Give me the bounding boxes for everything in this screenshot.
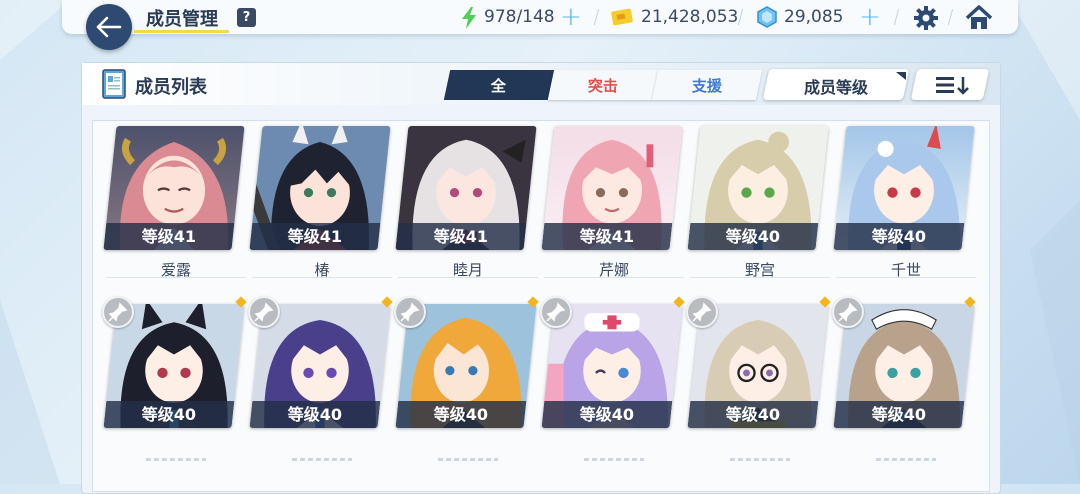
member-name-cutoff — [876, 458, 936, 461]
member-card[interactable]: 等级41 — [249, 126, 391, 250]
pin-icon[interactable] — [686, 296, 718, 328]
level-label: 等级40 — [579, 405, 635, 424]
level-label: 等级40 — [141, 405, 197, 424]
tab-assault-label: 突击 — [587, 76, 618, 95]
level-label: 等级41 — [141, 227, 197, 246]
stamina-value: 978/148 — [484, 7, 555, 27]
title-underline — [134, 30, 229, 33]
member-name-cutoff — [146, 458, 206, 461]
level-label: 等级41 — [579, 227, 635, 246]
level-label: 等级40 — [871, 227, 927, 246]
home-icon[interactable] — [965, 5, 993, 31]
member-card[interactable]: 等级41 — [541, 126, 683, 250]
member-name-cutoff — [730, 458, 790, 461]
back-button[interactable] — [86, 4, 132, 50]
level-label: 等级40 — [725, 405, 781, 424]
sort-list-icon — [936, 77, 969, 95]
help-button[interactable]: ? — [237, 8, 256, 27]
member-name-cutoff — [584, 458, 644, 461]
member-card[interactable]: 等级41 — [395, 126, 537, 250]
name-divider — [252, 277, 392, 278]
level-label: 等级40 — [433, 405, 489, 424]
sort-dropdown-label: 成员等级 — [803, 78, 868, 97]
level-label: 等级40 — [871, 405, 927, 424]
pin-icon[interactable] — [248, 296, 280, 328]
level-label: 等级41 — [287, 227, 343, 246]
back-arrow-icon — [96, 16, 122, 38]
name-divider — [544, 277, 684, 278]
member-card[interactable]: 等级41 — [103, 126, 245, 250]
page-title: 成员管理 — [146, 9, 218, 30]
tab-all[interactable]: 全 — [443, 70, 555, 100]
name-divider — [836, 277, 976, 278]
name-divider — [398, 277, 538, 278]
gems-add-button[interactable]: + — [859, 2, 881, 32]
level-label: 等级41 — [433, 227, 489, 246]
tab-assault[interactable]: 突击 — [547, 70, 659, 100]
credit-card-icon — [611, 8, 633, 26]
dropdown-corner-icon — [896, 72, 906, 80]
tab-support[interactable]: 支援 — [651, 70, 763, 100]
name-divider — [690, 277, 830, 278]
pin-icon[interactable] — [832, 296, 864, 328]
credits-value: 21,428,053 — [641, 7, 739, 27]
gem-icon — [757, 6, 777, 28]
member-card[interactable]: 等级40 — [833, 126, 975, 250]
member-name-cutoff — [438, 458, 498, 461]
stamina-add-button[interactable]: + — [560, 2, 582, 32]
member-name-cutoff — [292, 458, 352, 461]
stamina-bolt-icon — [462, 7, 476, 29]
gems-value: 29,085 — [784, 7, 844, 27]
pin-icon[interactable] — [394, 296, 426, 328]
tab-all-label: 全 — [491, 76, 507, 95]
member-list-title: 成员列表 — [135, 77, 207, 98]
level-label: 等级40 — [287, 405, 343, 424]
name-divider — [106, 277, 246, 278]
pin-icon[interactable] — [102, 296, 134, 328]
pin-icon[interactable] — [540, 296, 572, 328]
tab-support-label: 支援 — [691, 76, 722, 95]
document-list-icon — [102, 69, 126, 99]
member-card[interactable]: 等级40 — [687, 126, 829, 250]
gear-icon[interactable] — [913, 5, 939, 31]
level-label: 等级40 — [725, 227, 781, 246]
